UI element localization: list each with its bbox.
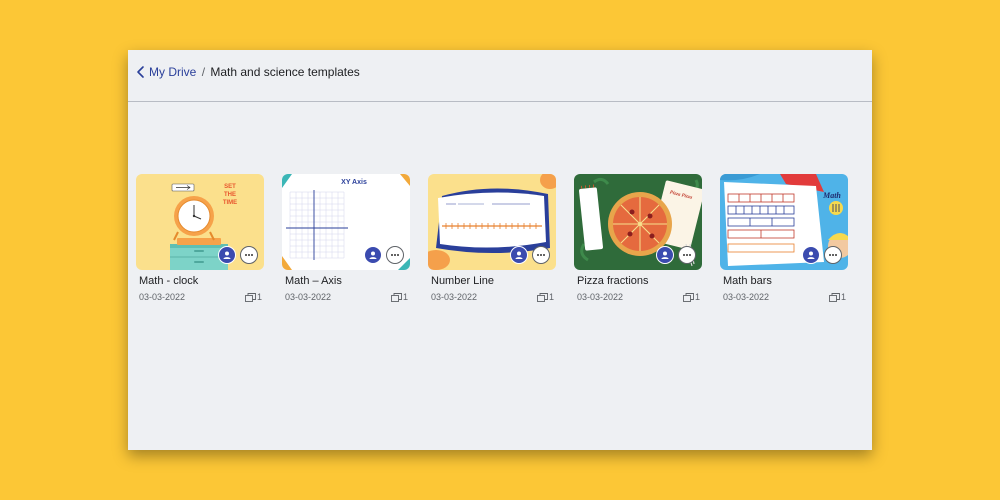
copies-value: 1 [548, 292, 554, 302]
file-title[interactable]: Number Line [428, 275, 556, 287]
file-card-math-bars[interactable]: Math Math bars 03-03-2022 1 [720, 174, 848, 302]
copies-count: 1 [683, 292, 700, 302]
breadcrumb: My Drive / Math and science templates [149, 65, 360, 79]
file-thumbnail[interactable]: Pizza Pizza [574, 174, 702, 270]
file-date: 03-03-2022 [285, 292, 332, 302]
file-thumbnail[interactable]: XY Axis [282, 174, 410, 270]
file-meta: 03-03-2022 1 [136, 292, 264, 302]
copies-count: 1 [829, 292, 846, 302]
user-avatar-icon[interactable] [364, 246, 382, 264]
copies-value: 1 [256, 292, 262, 302]
breadcrumb-my-drive-link[interactable]: My Drive [149, 65, 196, 79]
copy-stack-icon [829, 292, 840, 302]
file-card-number-line[interactable]: Number Line 03-03-2022 1 [428, 174, 556, 302]
user-avatar-icon[interactable] [218, 246, 236, 264]
thumb-heading-set: SET [224, 184, 236, 190]
copies-count: 1 [537, 292, 554, 302]
user-avatar-icon[interactable] [802, 246, 820, 264]
drive-window: My Drive / Math and science templates SE… [128, 50, 872, 450]
file-title[interactable]: Pizza fractions [574, 275, 702, 287]
file-card-math-clock[interactable]: SET THE TIME Math - clock 03-03-2022 1 [136, 174, 264, 302]
file-date: 03-03-2022 [139, 292, 186, 302]
file-thumbnail[interactable] [428, 174, 556, 270]
file-thumbnail[interactable]: SET THE TIME [136, 174, 264, 270]
more-horizontal-icon[interactable] [532, 246, 550, 264]
breadcrumb-separator: / [201, 65, 206, 79]
file-meta: 03-03-2022 1 [720, 292, 848, 302]
more-horizontal-icon[interactable] [678, 246, 696, 264]
thumb-heading: XY Axis [341, 179, 367, 186]
more-horizontal-icon[interactable] [386, 246, 404, 264]
file-meta: 03-03-2022 1 [282, 292, 410, 302]
breadcrumb-current-folder: Math and science templates [210, 65, 360, 79]
file-date: 03-03-2022 [577, 292, 624, 302]
file-date: 03-03-2022 [431, 292, 478, 302]
folder-header: My Drive / Math and science templates [128, 50, 872, 102]
thumb-heading-the: THE [224, 192, 236, 198]
file-card-math-axis[interactable]: XY Axis Math – Axis 03-03-2022 1 [282, 174, 410, 302]
file-date: 03-03-2022 [723, 292, 770, 302]
file-card-pizza-fractions[interactable]: Pizza Pizza Pizza fractions 03-03-2022 1 [574, 174, 702, 302]
copy-stack-icon [683, 292, 694, 302]
more-horizontal-icon[interactable] [824, 246, 842, 264]
copy-stack-icon [245, 292, 256, 302]
file-thumbnail[interactable]: Math [720, 174, 848, 270]
file-title[interactable]: Math - clock [136, 275, 264, 287]
file-meta: 03-03-2022 1 [428, 292, 556, 302]
file-meta: 03-03-2022 1 [574, 292, 702, 302]
more-horizontal-icon[interactable] [240, 246, 258, 264]
copies-count: 1 [391, 292, 408, 302]
chevron-left-icon[interactable] [134, 64, 148, 80]
thumb-heading: Math [822, 191, 841, 200]
user-avatar-icon[interactable] [510, 246, 528, 264]
copies-count: 1 [245, 292, 262, 302]
thumb-heading-time: TIME [223, 200, 237, 206]
file-title[interactable]: Math bars [720, 275, 848, 287]
user-avatar-icon[interactable] [656, 246, 674, 264]
copies-value: 1 [694, 292, 700, 302]
copies-value: 1 [840, 292, 846, 302]
copy-stack-icon [391, 292, 402, 302]
file-title[interactable]: Math – Axis [282, 275, 410, 287]
copy-stack-icon [537, 292, 548, 302]
copies-value: 1 [402, 292, 408, 302]
